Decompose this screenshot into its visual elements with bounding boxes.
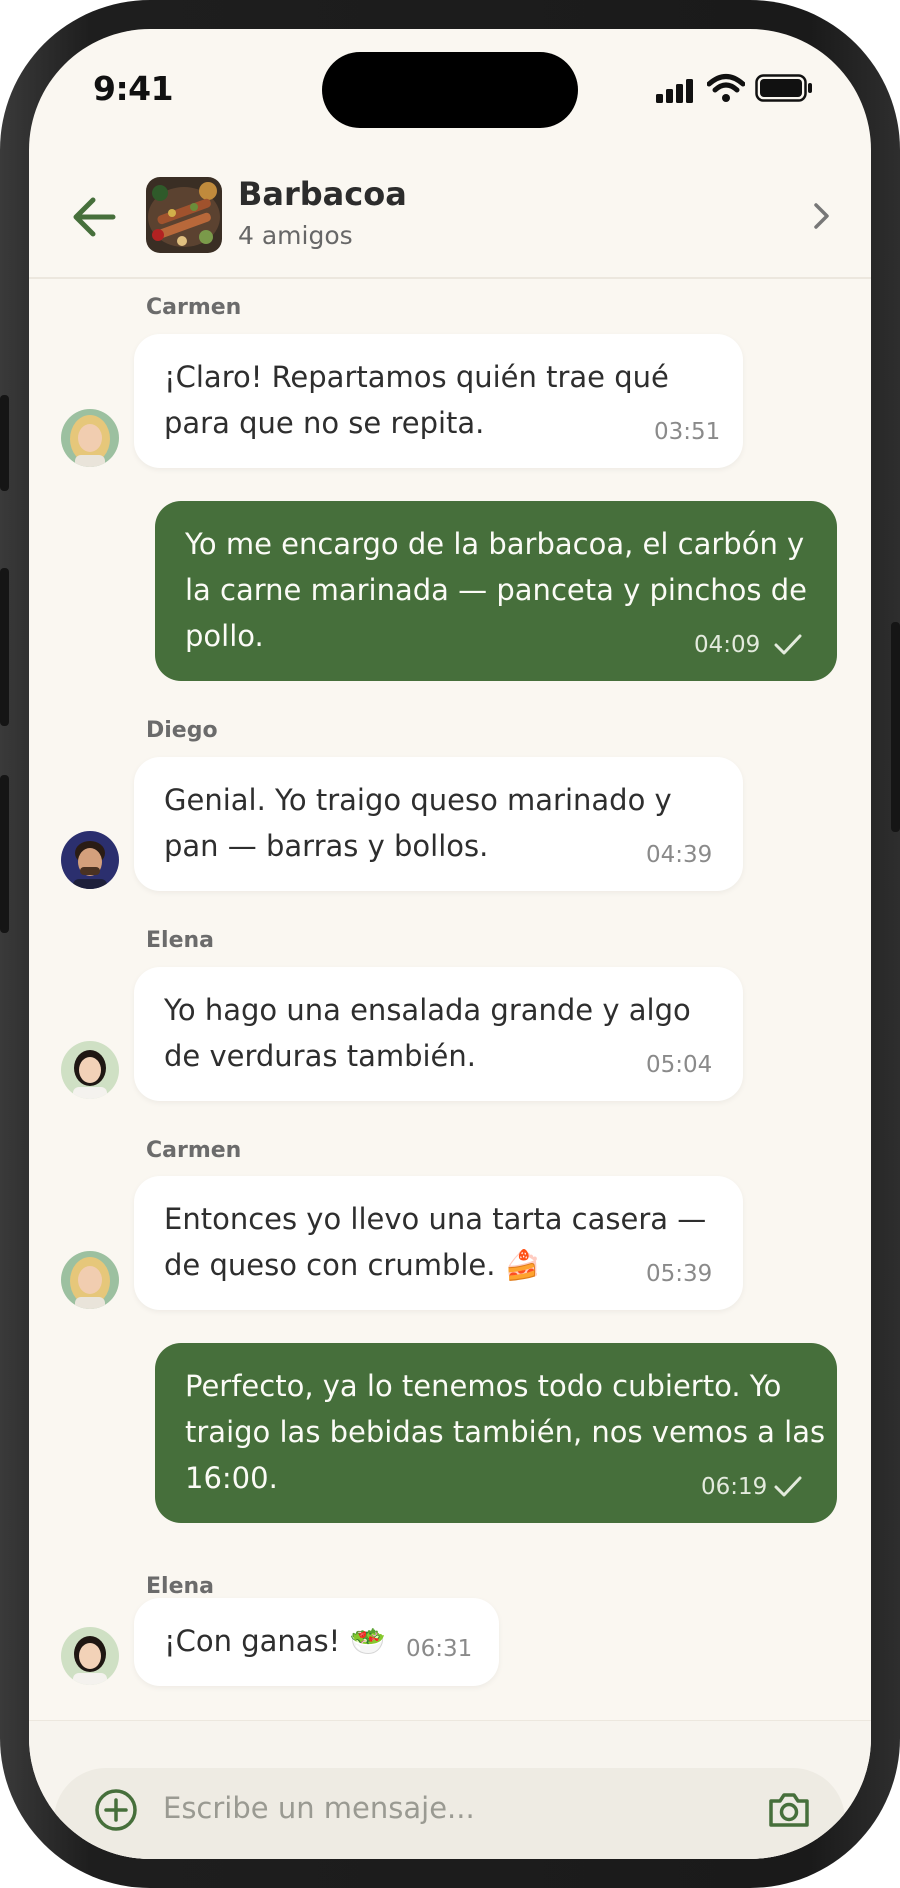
avatar-carmen[interactable] [61, 1251, 119, 1309]
group-title[interactable]: Barbacoa [238, 175, 407, 213]
avatar-carmen[interactable] [61, 409, 119, 467]
message-time: 04:39 [646, 842, 713, 868]
group-avatar[interactable] [146, 177, 222, 253]
status-bar: 9:41 [29, 29, 871, 149]
message-bubble[interactable]: ¡Claro! Repartamos quién trae qué para q… [134, 334, 743, 468]
wifi-icon [707, 74, 745, 102]
sender-name: Carmen [146, 295, 242, 320]
sender-name: Carmen [146, 1138, 242, 1163]
message-text: Entonces yo llevo una tarta casera — de … [164, 1202, 707, 1282]
screen: 9:41 Barbacoa 4 amigos Carmen ¡Claro! Re… [29, 29, 871, 1859]
back-arrow-icon[interactable] [69, 195, 119, 239]
message-time: 06:19 [701, 1474, 768, 1500]
volume-down-button [0, 775, 9, 933]
avatar-diego[interactable] [61, 831, 119, 889]
action-button [0, 395, 9, 491]
message-text: Genial. Yo traigo queso marinado y pan —… [164, 783, 672, 863]
read-check-icon [774, 634, 802, 655]
sender-name: Elena [146, 1574, 214, 1599]
message-bubble[interactable]: Genial. Yo traigo queso marinado y pan —… [134, 757, 743, 891]
plus-circle-icon[interactable] [94, 1788, 138, 1832]
message-bubble-outgoing[interactable]: Perfecto, ya lo tenemos todo cubierto. Y… [155, 1343, 837, 1523]
avatar-elena[interactable] [61, 1627, 119, 1685]
message-time: 06:31 [406, 1636, 473, 1662]
sender-name: Diego [146, 718, 218, 743]
message-bubble-outgoing[interactable]: Yo me encargo de la barbacoa, el carbón … [155, 501, 837, 681]
battery-icon [755, 74, 812, 102]
sender-name: Elena [146, 928, 214, 953]
message-bubble[interactable]: Yo hago una ensalada grande y algo de ve… [134, 967, 743, 1101]
message-time: 05:39 [646, 1261, 713, 1287]
volume-up-button [0, 568, 9, 726]
group-member-count: 4 amigos [238, 221, 353, 250]
camera-icon[interactable] [767, 1791, 811, 1829]
message-text: ¡Claro! Repartamos quién trae qué para q… [164, 360, 669, 440]
message-input-placeholder[interactable]: Escribe un mensaje... [163, 1791, 475, 1825]
message-text: ¡Con ganas! 🥗 [164, 1624, 386, 1658]
message-bubble[interactable]: ¡Con ganas! 🥗 06:31 [134, 1598, 499, 1686]
message-time: 03:51 [654, 419, 721, 445]
message-time: 04:09 [694, 632, 761, 658]
chevron-right-icon[interactable] [812, 201, 832, 231]
composer-bar [29, 1720, 871, 1859]
chat-header: Barbacoa 4 amigos [29, 157, 871, 279]
phone-frame: 9:41 Barbacoa 4 amigos Carmen ¡Claro! Re… [0, 0, 900, 1888]
avatar-elena[interactable] [61, 1041, 119, 1099]
message-bubble[interactable]: Entonces yo llevo una tarta casera — de … [134, 1176, 743, 1310]
message-time: 05:04 [646, 1052, 713, 1078]
power-button [891, 622, 900, 832]
read-check-icon [774, 1476, 802, 1497]
dynamic-island [322, 52, 578, 128]
status-time: 9:41 [93, 69, 174, 108]
signal-icon [656, 79, 693, 103]
message-text: Yo hago una ensalada grande y algo de ve… [164, 993, 691, 1073]
